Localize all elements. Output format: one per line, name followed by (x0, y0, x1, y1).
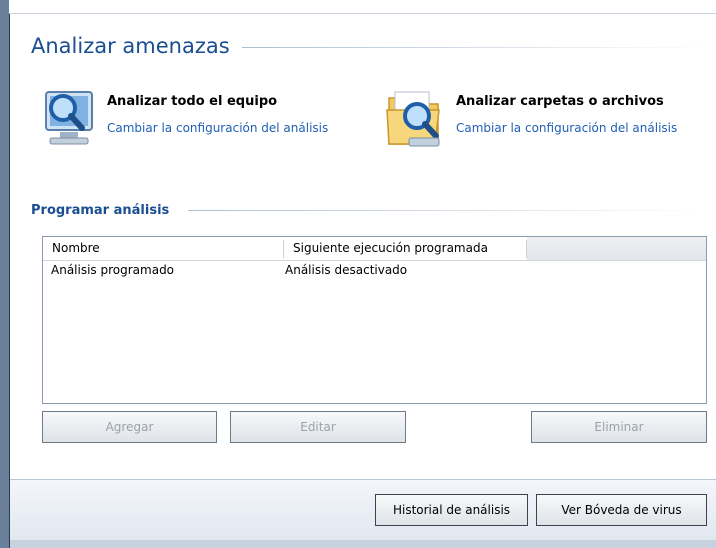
list-header: Nombre Siguiente ejecución programada (43, 237, 706, 261)
window-left-border-line (9, 0, 10, 548)
row-name-cell: Análisis programado (51, 263, 175, 277)
column-header-name[interactable]: Nombre (43, 237, 283, 260)
scan-full-title[interactable]: Analizar todo el equipo (107, 94, 277, 109)
scan-folders-settings-link[interactable]: Cambiar la configuración del análisis (456, 121, 677, 135)
page-title: Analizar amenazas (31, 34, 230, 58)
scan-full-settings-link[interactable]: Cambiar la configuración del análisis (107, 121, 328, 135)
schedule-section-title: Programar análisis (31, 203, 170, 218)
row-next-run-cell: Análisis desactivado (285, 263, 408, 277)
delete-button[interactable]: Eliminar (531, 411, 707, 443)
window-left-border (0, 0, 9, 548)
title-divider (242, 47, 710, 48)
folder-magnifier-icon[interactable] (383, 84, 453, 156)
scan-history-button[interactable]: Historial de análisis (375, 494, 528, 526)
schedule-divider (188, 210, 710, 211)
table-row[interactable]: Análisis programado Análisis desactivado (43, 261, 706, 279)
footer-bottom-strip (10, 540, 716, 548)
computer-magnifier-icon[interactable] (36, 84, 100, 156)
edit-button[interactable]: Editar (230, 411, 406, 443)
scheduled-scans-list[interactable]: Nombre Siguiente ejecución programada An… (42, 236, 707, 404)
window-top-strip (9, 0, 716, 14)
column-header-next-run[interactable]: Siguiente ejecución programada (284, 237, 526, 260)
window: Analizar amenazas Analizar todo el equip… (0, 0, 716, 548)
scan-folders-title[interactable]: Analizar carpetas o archivos (456, 94, 664, 109)
virus-vault-button[interactable]: Ver Bóveda de virus (536, 494, 707, 526)
add-button[interactable]: Agregar (42, 411, 217, 443)
column-header-filler (527, 237, 706, 260)
